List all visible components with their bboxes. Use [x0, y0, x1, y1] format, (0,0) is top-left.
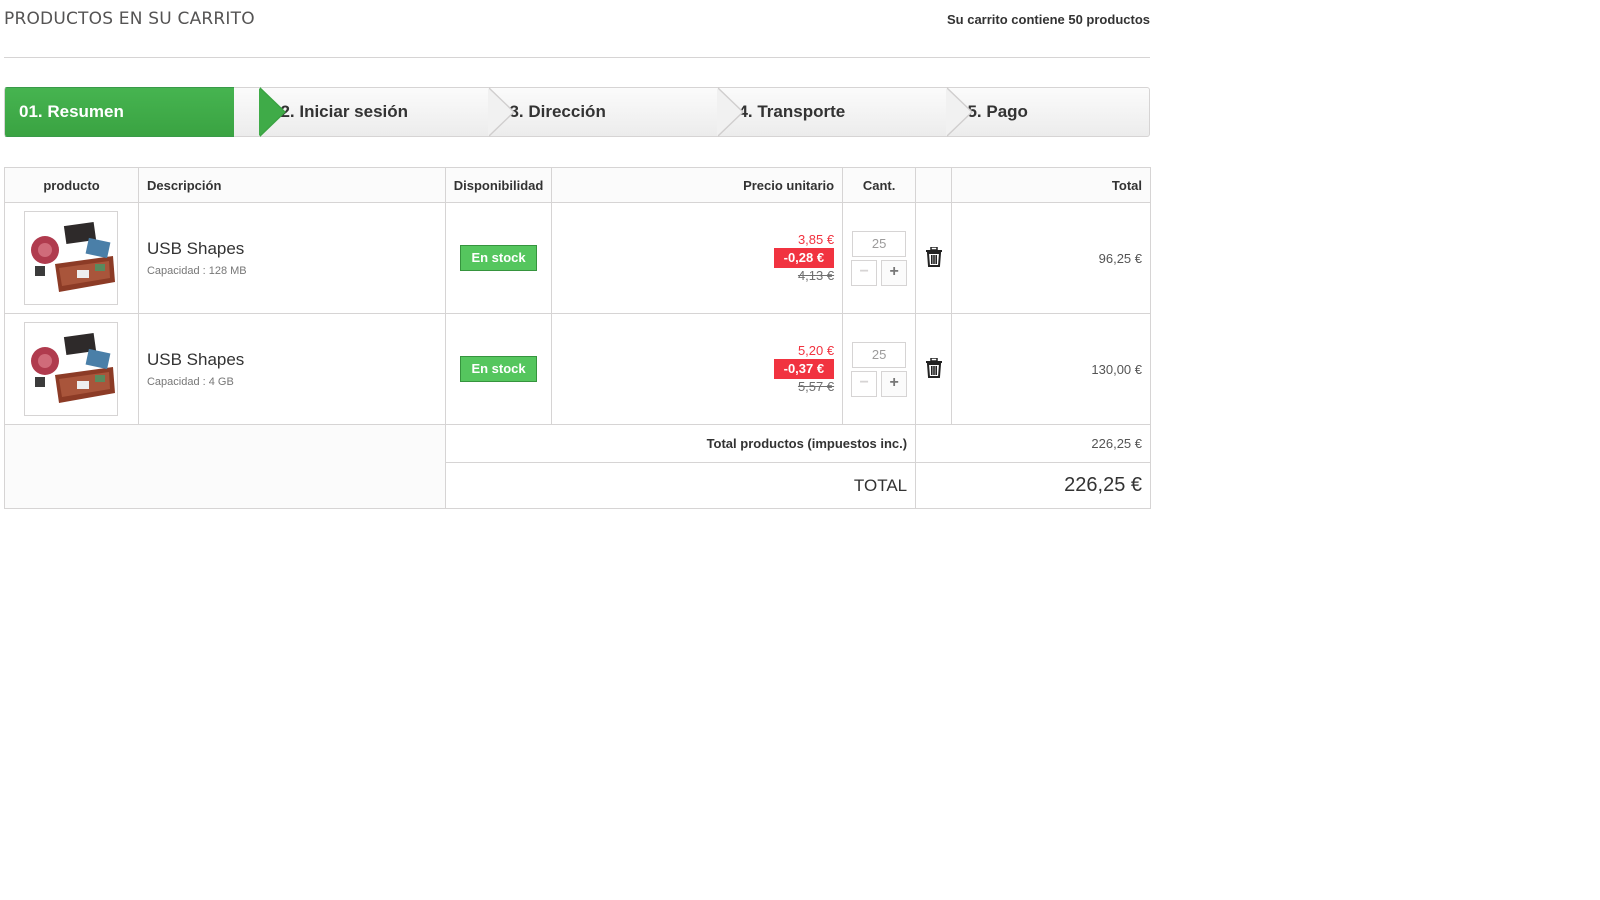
product-cell: [4, 313, 139, 425]
plus-icon[interactable]: +: [881, 370, 908, 397]
old-price: 4,13 €: [797, 268, 835, 283]
usb-product-image-icon: [25, 212, 118, 304]
plus-icon[interactable]: +: [881, 259, 908, 286]
cart-header: PRODUCTOS EN SU CARRITO Su carrito conti…: [4, 0, 1150, 58]
qty-cell: 25 − +: [842, 202, 917, 314]
cart-product-count: Su carrito contiene 50 productos: [947, 12, 1150, 27]
delete-cell: [915, 202, 953, 314]
unit-price: 5,20 €: [797, 343, 835, 358]
step-label: 03. Dirección: [500, 102, 606, 121]
description-cell: USB Shapes Capacidad : 128 MB: [137, 202, 446, 314]
col-delete: [915, 167, 953, 203]
price-reduction-badge: -0,28 €: [773, 248, 835, 268]
usb-product-image-icon: [25, 323, 118, 415]
quantity-stepper: − +: [851, 370, 908, 397]
product-thumbnail[interactable]: [24, 211, 119, 305]
trash-icon[interactable]: [925, 356, 943, 381]
old-price: 5,57 €: [797, 379, 835, 394]
step-summary[interactable]: 01. Resumen: [4, 87, 286, 137]
table-row: USB Shapes Capacidad : 4 GB En stock 5,2…: [4, 313, 1151, 425]
table-row: USB Shapes Capacidad : 128 MB En stock 3…: [4, 202, 1151, 314]
step-label: 04. Transporte: [729, 102, 846, 121]
row-total: 96,25 €: [951, 202, 1151, 314]
minus-icon[interactable]: −: [851, 259, 878, 286]
trash-icon-graphic: [925, 245, 942, 267]
product-cell: [4, 202, 139, 314]
unit-price: 3,85 €: [797, 232, 835, 247]
grand-total-label: TOTAL: [444, 462, 917, 509]
minus-icon[interactable]: −: [851, 370, 878, 397]
col-availability: Disponibilidad: [444, 167, 553, 203]
quantity-input[interactable]: 25: [852, 230, 907, 257]
product-attribute: Capacidad : 128 MB: [146, 265, 247, 277]
qty-cell: 25 − +: [842, 313, 917, 425]
unit-price-cell: 5,20 € -0,37 € 5,57 €: [551, 313, 844, 425]
quantity-input[interactable]: 25: [852, 341, 907, 368]
product-attribute: Capacidad : 4 GB: [146, 376, 234, 388]
unit-price-cell: 3,85 € -0,28 € 4,13 €: [551, 202, 844, 314]
product-thumbnail[interactable]: [24, 322, 119, 416]
cart-table-header: producto Descripción Disponibilidad Prec…: [4, 167, 1151, 203]
in-stock-badge: En stock: [460, 245, 537, 271]
in-stock-badge: En stock: [460, 356, 537, 382]
delete-cell: [915, 313, 953, 425]
col-product: producto: [4, 167, 139, 203]
col-qty: Cant.: [842, 167, 917, 203]
page-title: PRODUCTOS EN SU CARRITO: [4, 9, 255, 29]
products-total-value: 226,25 €: [915, 424, 1151, 463]
availability-cell: En stock: [444, 202, 553, 314]
products-total-row: Total productos (impuestos inc.) 226,25 …: [4, 424, 1151, 509]
description-cell: USB Shapes Capacidad : 4 GB: [137, 313, 446, 425]
product-name-link[interactable]: USB Shapes: [147, 239, 437, 259]
trash-icon[interactable]: [925, 245, 943, 270]
price-reduction-badge: -0,37 €: [773, 359, 835, 379]
trash-icon-graphic: [925, 356, 942, 378]
products-total-label: Total productos (impuestos inc.): [444, 424, 917, 463]
step-label: 02. Iniciar sesión: [271, 102, 409, 121]
col-description: Descripción: [137, 167, 446, 203]
grand-total-value: 226,25 €: [915, 462, 1151, 509]
col-total: Total: [951, 167, 1151, 203]
availability-cell: En stock: [444, 313, 553, 425]
quantity-stepper: − +: [851, 259, 908, 286]
step-label: 01. Resumen: [19, 102, 124, 121]
col-unit-price: Precio unitario: [551, 167, 844, 203]
cart-page: PRODUCTOS EN SU CARRITO Su carrito conti…: [4, 0, 1150, 137]
summary-blank-cell: [4, 424, 446, 509]
cart-table: producto Descripción Disponibilidad Prec…: [4, 167, 1151, 509]
checkout-steps: 01. Resumen 02. Iniciar sesión 03. Direc…: [4, 87, 1150, 137]
product-name-link[interactable]: USB Shapes: [147, 350, 437, 370]
row-total: 130,00 €: [951, 313, 1151, 425]
